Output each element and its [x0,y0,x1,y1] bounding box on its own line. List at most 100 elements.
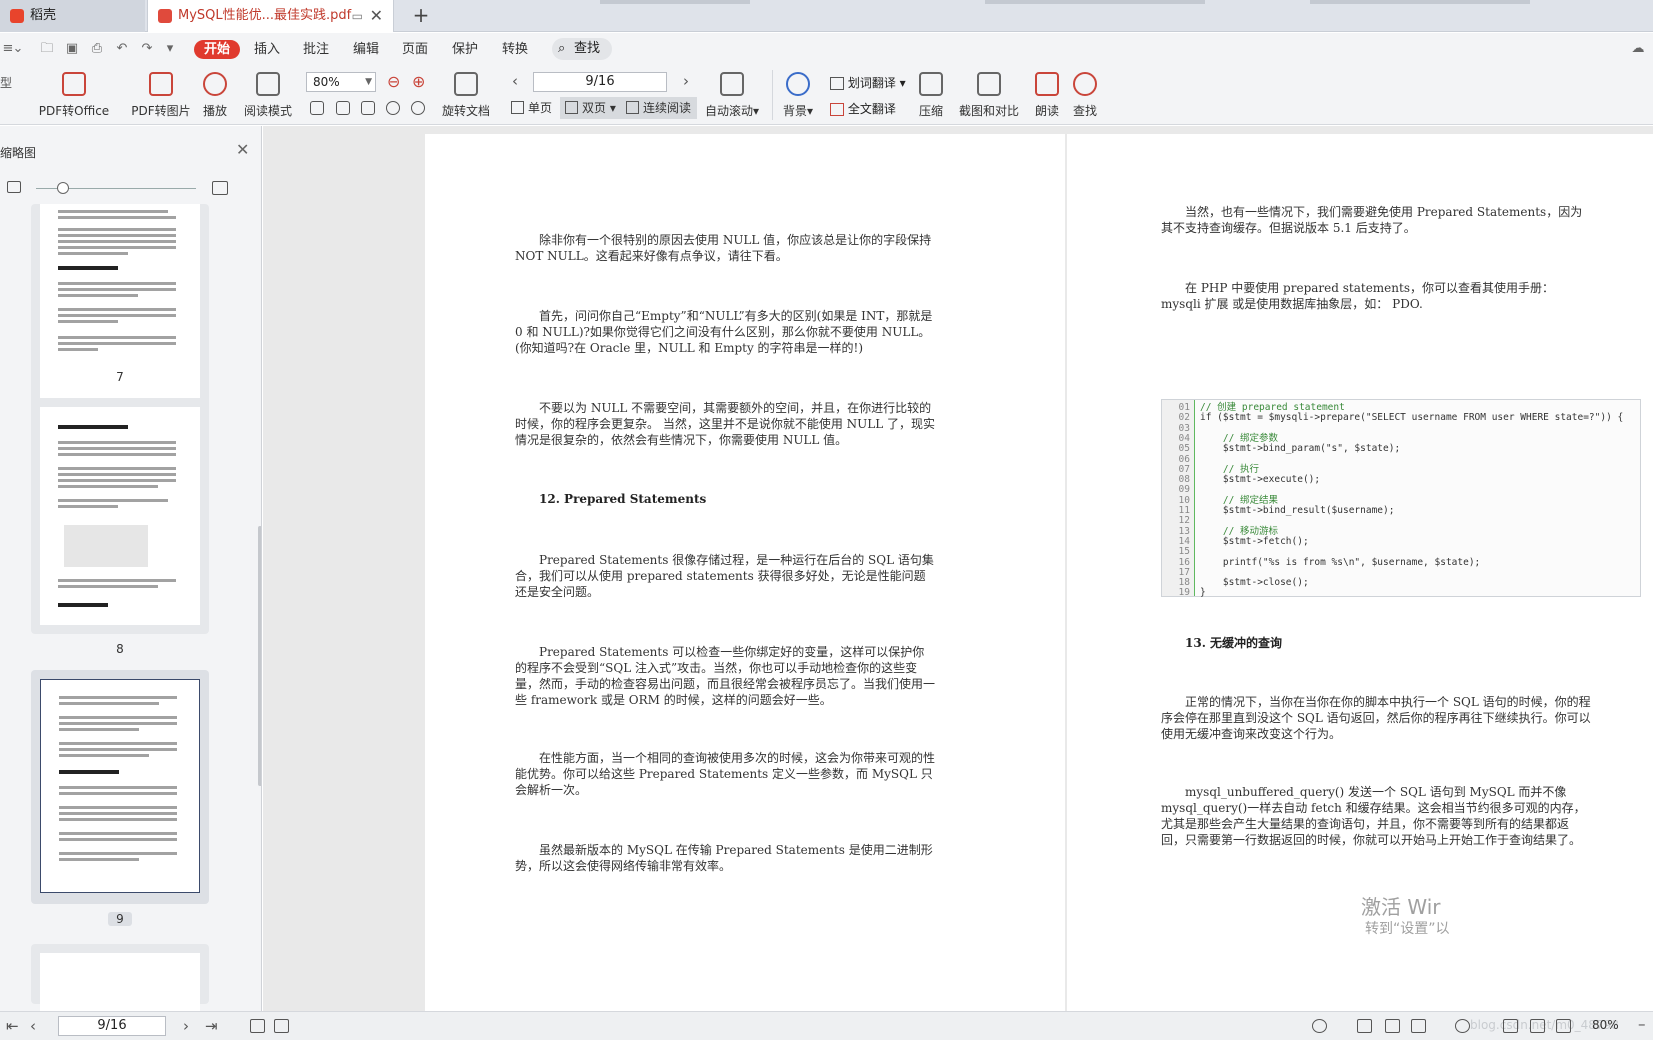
auto-scroll-icon [720,72,744,96]
double-page-button[interactable]: 双页 ▾ [560,97,622,119]
word-translate-icon [830,77,844,90]
customize-dropdown-icon[interactable]: ▾ [162,41,178,57]
background-button[interactable]: 背景▾ [780,72,816,119]
rotate-right-icon[interactable] [411,101,425,115]
menu-convert[interactable]: 转换 [496,40,534,59]
redo-icon[interactable]: ↷ [139,41,155,57]
last-page-icon[interactable]: ⇥ [205,1017,218,1035]
book-icon [256,72,280,96]
status-page-input[interactable]: 9/16 [58,1016,166,1036]
rotate-document-icon [454,72,478,96]
paragraph: 在 PHP 中要使用 prepared statements，你可以查看其使用手… [1161,281,1554,311]
rotate-left-icon[interactable] [386,101,400,115]
slider-handle[interactable] [57,182,69,194]
close-panel-icon[interactable]: ✕ [236,140,249,159]
next-page-icon[interactable]: › [683,72,689,90]
tab-bar: 稻壳 MySQL性能优...最佳实践.pdf ▭ ✕ + [0,0,1653,32]
play-icon[interactable] [1455,1019,1470,1033]
left-edge-tool[interactable]: 型 [0,74,12,91]
continuous-view-icon[interactable] [1411,1019,1426,1033]
code-line-text: $stmt->execute(); [1200,474,1321,486]
thumbnail-page-8[interactable] [31,398,209,634]
undo-icon[interactable]: ↶ [114,41,130,57]
previous-page-icon[interactable]: ‹ [512,72,518,90]
save-icon[interactable]: ▣ [64,41,80,57]
screenshot-compare-button[interactable]: 截图和对比 [957,72,1021,119]
new-tab-button[interactable]: + [409,0,433,32]
thumbnail-page-10[interactable] [31,944,209,1011]
pdf-to-office-button[interactable]: PDF转Office [32,72,116,119]
print-icon[interactable]: ⎙ [89,41,105,57]
eye-protect-icon[interactable] [1312,1019,1327,1033]
toolbar-separator [772,70,773,120]
close-tab-icon[interactable]: ✕ [370,0,383,32]
code-line-number: 15 [1178,546,1190,558]
menu-insert[interactable]: 插入 [248,40,286,59]
first-page-icon[interactable]: ⇤ [6,1017,19,1035]
fit-width-icon[interactable] [1503,1019,1518,1033]
menu-start[interactable]: 开始 [194,40,241,59]
next-page-icon[interactable]: › [183,1017,189,1035]
single-page-button[interactable]: 单页 [506,97,558,119]
actual-size-icon[interactable] [310,101,324,115]
file-menu-dropdown-icon[interactable]: ⌄ [10,41,26,57]
tab-stub [985,0,1205,4]
fit-width-icon[interactable] [361,101,375,115]
menu-edit[interactable]: 编辑 [347,40,385,59]
back-icon[interactable] [250,1019,265,1033]
rotate-document-label: 旋转文档 [441,104,490,118]
paragraph: Prepared Statements 可以检查一些你绑定好的变量，这样可以保护… [515,645,936,707]
zoom-value: 80% [313,75,340,89]
play-button[interactable]: 播放 [200,72,230,119]
fit-page-icon[interactable] [336,101,350,115]
find-button[interactable]: ⌕ 查找 [552,38,612,60]
previous-page-icon[interactable]: ‹ [30,1017,36,1035]
menu-page[interactable]: 页面 [396,40,434,59]
auto-scroll-label: 自动滚动▾ [704,104,760,118]
pdf-to-image-button[interactable]: PDF转图片 [126,72,196,119]
tab-stub [600,0,750,4]
full-translate-button[interactable]: 全文翻译 [830,100,896,117]
open-folder-icon[interactable]: 🗀 [39,41,55,57]
page-number-input[interactable]: 9/16 [533,72,667,92]
read-aloud-button[interactable]: 朗读 [1032,72,1062,119]
pdf-page-right: 当然，也有一些情况下，我们需要避免使用 Prepared Statements，… [1067,134,1653,1011]
thumbnail-page-9[interactable] [31,670,209,904]
word-translate-button[interactable]: 划词翻译 ▾ [830,74,906,91]
tab-home[interactable]: 稻壳 [0,0,145,32]
code-line-text: $stmt->bind_result($username); [1200,505,1395,516]
paragraph: Prepared Statements 很像存储过程，是一种运行在后台的 SQL… [515,553,934,599]
continuous-read-button[interactable]: 连续阅读 [621,97,698,119]
search-button[interactable]: 查找 [1070,72,1100,119]
word-translate-label: 划词翻译 [847,76,896,90]
activation-watermark: 激活 Wir [1361,895,1441,919]
forward-icon[interactable] [274,1019,289,1033]
panel-scrollbar[interactable] [258,526,261,786]
actual-size-icon[interactable] [1556,1019,1571,1033]
menu-protect[interactable]: 保护 [446,40,484,59]
large-thumb-icon[interactable] [212,181,228,195]
moon-icon [786,72,810,96]
status-zoom-value[interactable]: 80% [1592,1018,1619,1032]
fit-page-icon[interactable] [1530,1019,1545,1033]
zoom-in-icon[interactable]: ⊕ [412,72,425,91]
status-page-value: 9/16 [97,1018,127,1033]
small-thumb-icon[interactable] [7,181,21,193]
find-label: 查找 [574,41,601,56]
zoom-out-icon[interactable]: ⊖ [387,72,400,91]
pin-tab-icon[interactable]: ▭ [352,0,363,32]
cloud-sync-icon[interactable]: ☁ [1630,41,1646,57]
document-view[interactable]: 除非你有一个很特别的原因去使用 NULL 值，你应该总是让你的字段保持 NOT … [263,126,1653,1011]
menu-annotate[interactable]: 批注 [297,40,335,59]
auto-scroll-button[interactable]: 自动滚动▾ [703,72,761,119]
read-mode-button[interactable]: 阅读模式 [242,72,294,119]
double-page-view-icon[interactable] [1385,1019,1400,1033]
screenshot-compare-label: 截图和对比 [958,104,1019,118]
compress-button[interactable]: 压缩 [916,72,946,119]
rotate-document-button[interactable]: 旋转文档 [440,72,492,119]
paragraph: 除非你有一个很特别的原因去使用 NULL 值，你应该总是让你的字段保持 NOT … [515,233,932,263]
single-page-view-icon[interactable] [1357,1019,1372,1033]
zoom-select[interactable]: 80% ▼ [306,72,376,92]
tab-pdf-document[interactable]: MySQL性能优...最佳实践.pdf ▭ ✕ [147,0,394,32]
zoom-out-icon[interactable]: – [1638,1015,1646,1033]
